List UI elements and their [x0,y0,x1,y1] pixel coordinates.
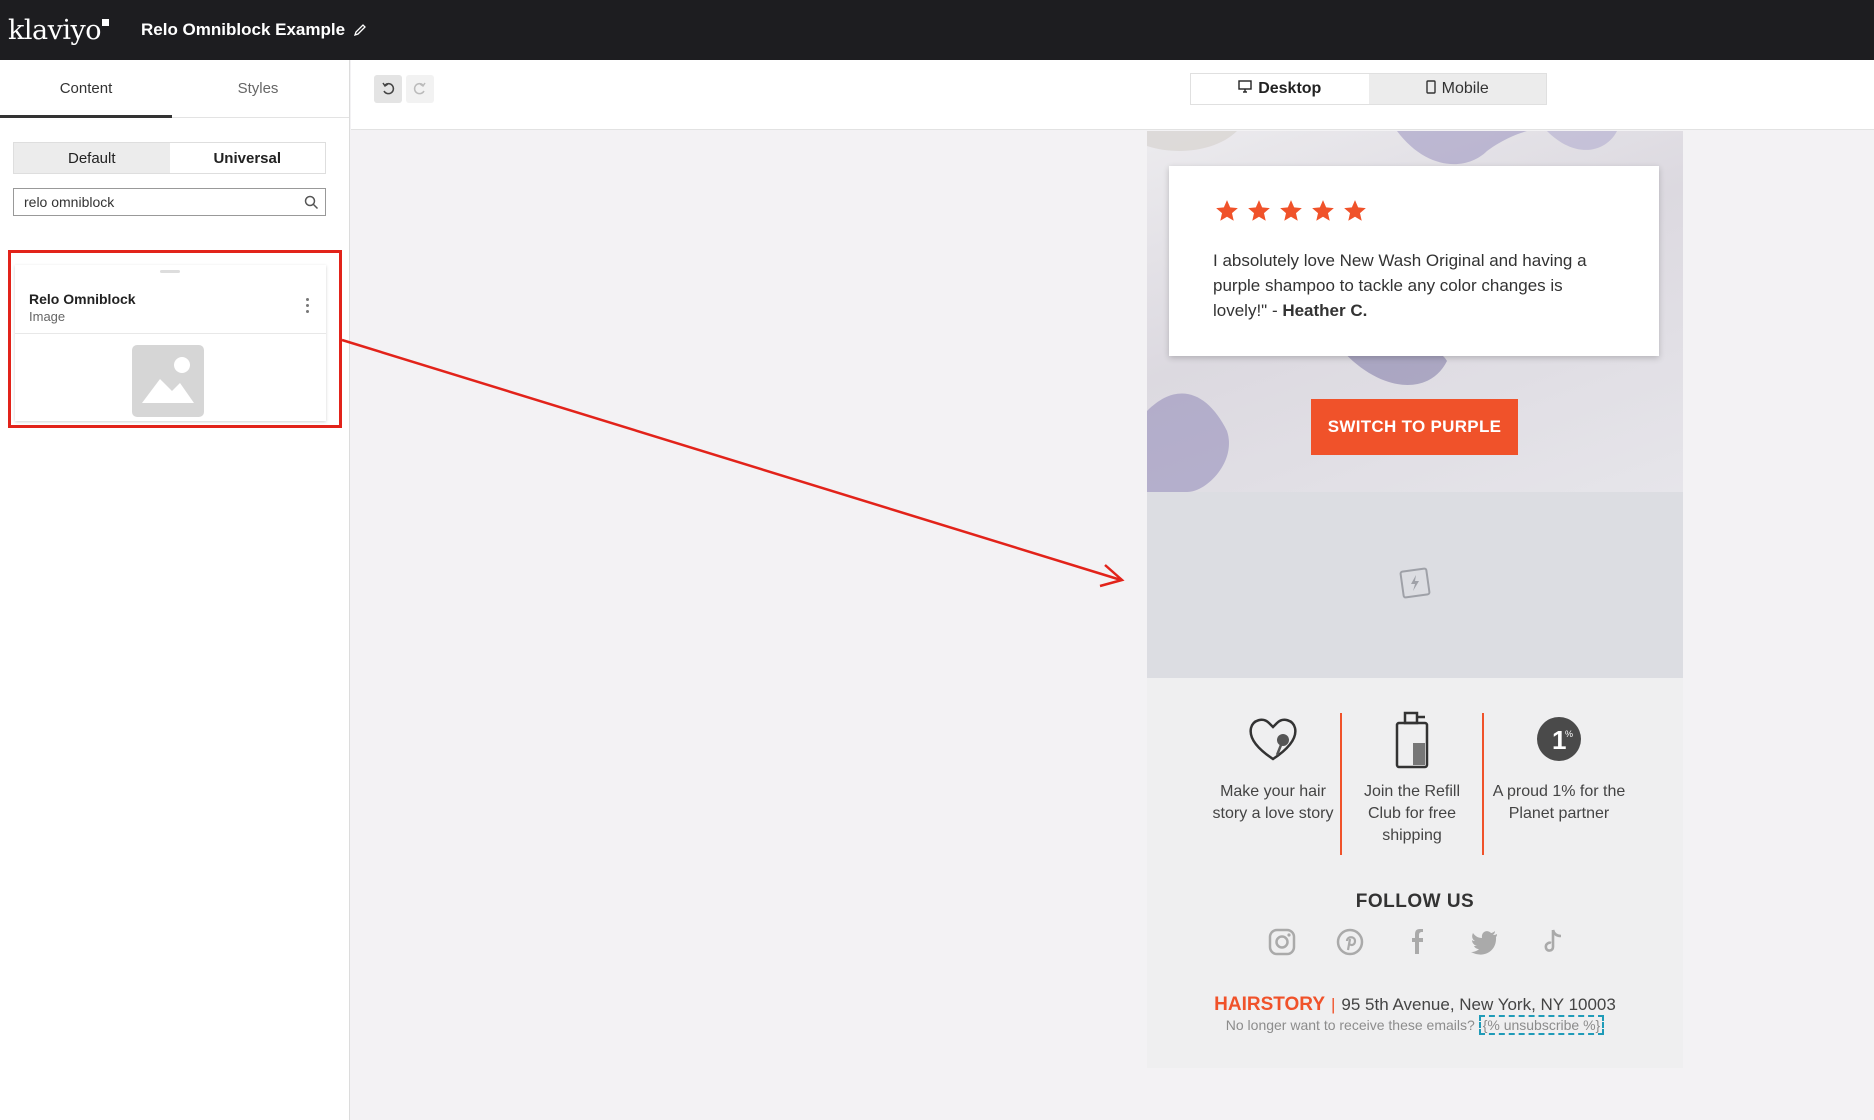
unsubscribe-line: No longer want to receive these emails? … [1147,1015,1683,1035]
quote-text: I absolutely love New Wash Original and … [1213,251,1587,320]
bottle-icon [1347,709,1477,769]
facebook-icon[interactable] [1402,927,1432,962]
search-input[interactable] [24,194,294,210]
canvas-toolbar: Desktop Mobile [351,60,1874,130]
mobile-label: Mobile [1441,80,1489,97]
pinterest-icon[interactable] [1335,927,1365,962]
relo-omniblock-card[interactable]: Relo Omniblock Image [15,265,326,421]
tab-content[interactable]: Content [0,60,172,118]
toggle-default[interactable]: Default [14,143,170,173]
value-props: Make your hair story a love story Join t… [1147,709,1683,859]
drag-handle[interactable] [160,270,180,273]
left-panel: Content Styles Default Universal Relo Om… [0,60,350,1120]
block-type: Image [29,309,66,324]
follow-us-heading: FOLLOW US [1355,891,1475,912]
mobile-view-button[interactable]: Mobile [1369,74,1547,104]
twitter-icon[interactable] [1470,927,1500,962]
top-bar: klaviyo Relo Omniblock Example [0,0,1874,60]
desktop-label: Desktop [1258,80,1322,97]
email-preview: I absolutely love New Wash Original and … [1147,131,1683,1068]
brand-name[interactable]: HAIRSTORY [1214,994,1325,1015]
feature-love-story: Make your hair story a love story [1203,709,1343,825]
search-box [13,188,326,216]
block-title: Relo Omniblock [29,291,136,307]
dynamic-block-icon [1399,567,1431,604]
star-icon [1312,200,1334,221]
social-links [1267,927,1567,962]
pipe-separator: | [1331,995,1336,1014]
desktop-icon [1238,80,1252,98]
more-options-icon[interactable] [306,298,310,316]
tiktok-icon[interactable] [1537,927,1567,962]
feature-refill-club: Join the Refill Club for free shipping [1347,709,1477,847]
heart-icon [1203,709,1343,769]
image-placeholder-icon [132,345,204,422]
unsubscribe-text: No longer want to receive these emails? [1225,1017,1475,1033]
feature-text: Join the Refill Club for free shipping [1363,783,1461,844]
review-quote: I absolutely love New Wash Original and … [1213,248,1613,323]
review-hero-section[interactable]: I absolutely love New Wash Original and … [1147,131,1683,492]
switch-to-purple-button[interactable]: SWITCH TO PURPLE [1311,399,1518,455]
feature-divider [1482,713,1484,855]
toggle-universal[interactable]: Universal [169,143,325,173]
undo-button[interactable] [374,75,402,103]
card-divider [15,333,326,334]
device-toggle: Desktop Mobile [1190,73,1547,105]
feature-planet: 1% A proud 1% for the Planet partner [1491,709,1627,825]
feature-divider [1340,713,1342,855]
template-title[interactable]: Relo Omniblock Example [141,20,345,40]
address-text: 95 5th Avenue, New York, NY 10003 [1341,995,1616,1014]
redo-button[interactable] [406,75,434,103]
star-icon [1216,200,1238,221]
instagram-icon[interactable] [1267,927,1297,962]
svg-text:%: % [1565,729,1573,739]
review-author: Heather C. [1282,301,1368,320]
footer-address: HAIRSTORY | 95 5th Avenue, New York, NY 10… [1147,994,1683,1016]
review-card: I absolutely love New Wash Original and … [1169,166,1659,356]
star-rating [1213,198,1369,224]
mobile-icon [1425,79,1436,99]
one-percent-icon: 1% [1491,709,1627,769]
unsubscribe-link[interactable]: {% unsubscribe %} [1478,1015,1605,1035]
relo-omniblock-dropzone[interactable] [1147,492,1683,678]
tab-styles[interactable]: Styles [172,60,344,117]
pencil-icon[interactable] [353,23,367,37]
klaviyo-logo[interactable]: klaviyo [8,15,109,46]
feature-text: Make your hair story a love story [1212,783,1334,822]
star-icon [1248,200,1270,221]
star-icon [1280,200,1302,221]
desktop-view-button[interactable]: Desktop [1191,74,1369,104]
feature-text: A proud 1% for the Planet partner [1492,783,1626,822]
search-icon[interactable] [304,195,319,215]
panel-tabs: Content Styles [0,60,349,118]
block-library-toggle: Default Universal [13,142,326,174]
star-icon [1344,200,1366,221]
